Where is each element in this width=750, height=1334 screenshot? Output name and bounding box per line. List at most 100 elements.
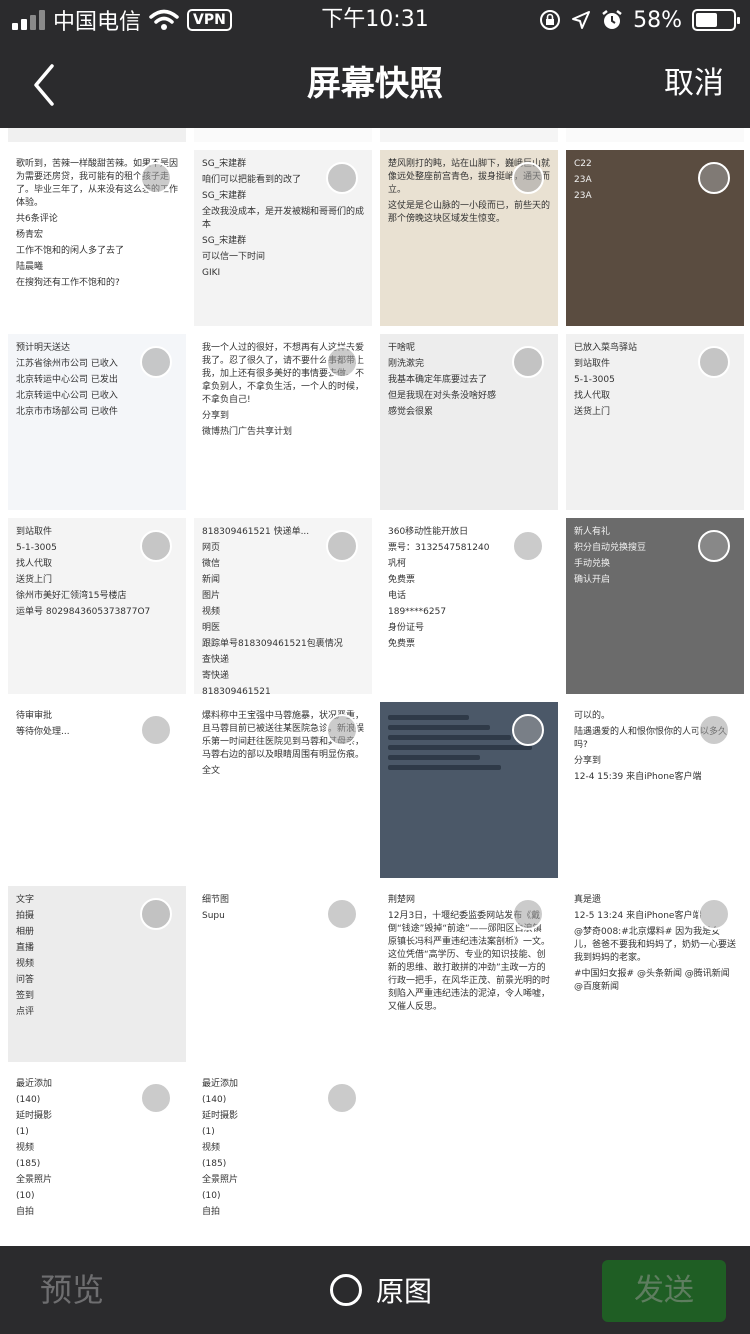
photo-tile-screenshot-chat-conversation[interactable]: 干啥呢 刚洗漱完 我基本确定年底要过去了 但是我现在对头条没啥好感 感觉会很累 [380,334,558,510]
select-circle-icon[interactable] [326,162,358,194]
photo-tile-screenshot-albums-2[interactable]: 最近添加 (140) 延时摄影 (1) 视频 (185) 全景照片 (10) 自拍 [194,1070,372,1246]
battery-percent: 58% [633,7,682,33]
battery-fill [696,13,717,27]
select-circle-icon[interactable] [512,714,544,746]
photo-tile-screenshot-forum-comments[interactable]: 歌听到，苦辣一样酸甜苦辣。如果不是因为需要还房贷，我可能有的租个孩子走了。毕业三… [8,150,186,326]
select-circle-icon[interactable] [698,162,730,194]
tile-text: @梦奇008:#北京爆料# 因为我是女儿，爸爸不要我和妈妈了，奶奶一心要送我到妈… [574,927,736,963]
tile-text: 共6条评论 [16,214,58,224]
chevron-left-icon [34,64,54,106]
tile-text: 杨青宏 [16,230,44,240]
photo-tile-screenshot-points-popup[interactable]: 新人有礼 积分自动兑换搜豆 手动兑换 确认开启 [566,518,744,694]
tile-text: 找人代取 [574,391,611,401]
tile-text: 问答 [16,975,35,985]
tile-text: (1) [16,1127,29,1137]
select-circle-icon[interactable] [140,898,172,930]
tile-text: 图片 [202,591,221,601]
tile-text: 新闻 [202,575,221,585]
select-circle-icon[interactable] [512,162,544,194]
select-circle-icon[interactable] [140,162,172,194]
tile-text: 在搜狗还有工作不饱和的? [16,278,120,288]
photo-shape [388,765,502,770]
screenshot-grid: 歌听到，苦辣一样酸甜苦辣。如果不是因为需要还房贷，我可能有的租个孩子走了。毕业三… [0,128,750,1246]
tile-text: 送货上门 [574,407,611,417]
photo-shape [388,725,491,730]
select-circle-icon[interactable] [698,898,730,930]
select-circle-icon[interactable] [698,714,730,746]
select-circle-icon[interactable] [698,530,730,562]
photo-tile-photo-boarding-pass[interactable]: C22 23A 23A [566,150,744,326]
select-circle-icon[interactable] [512,530,544,562]
photo-tile-screenshot-hoodie-ad[interactable]: 细节图 Supu [194,886,372,1062]
select-circle-icon[interactable] [140,530,172,562]
photo-tile-screenshot-approval-app[interactable]: 待审审批 等待你处理... [8,702,186,878]
cancel-button[interactable]: 取消 [664,40,724,128]
tile-text: 点评 [16,1007,35,1017]
select-circle-icon[interactable] [512,898,544,930]
photo-tile-screenshot-book-page[interactable]: 楚风刚打的盹，站在山脚下，巍峨巨山就像远处整座前宫青色，拔身挺峭，通天而立。 这仗… [380,150,558,326]
photo-tile-screenshot-weibo-post[interactable]: 我一个人过的很好，不想再有人这样去爱我了。忍了很久了，请不要什么事都带上我，加上… [194,334,372,510]
tile-text: 明医 [202,623,221,633]
photo-shape [388,755,481,760]
select-circle-icon[interactable] [698,346,730,378]
tile-text: 这仗是是仑山脉的一小段而已，前些天的那个傍晚这块区域发生惊变。 [388,201,550,224]
photo-tile-screenshot-quote-card[interactable]: 可以的。 陆遇遇爱的人和恨你恨你的人可以多久吗? 分享到 12-4 15:39 来自i… [566,702,744,878]
tile-text: (10) [202,1191,221,1201]
tile-text: 全改我没成本，是开发被糊和哥哥们的成本 [202,207,364,230]
tile-text: SG_宋建群 [202,236,247,246]
partial-tile-top[interactable] [8,128,186,142]
select-circle-icon[interactable] [140,1082,172,1114]
tile-text: GIKI [202,268,221,278]
select-circle-icon[interactable] [512,346,544,378]
tile-text: 直播 [16,943,35,953]
back-button[interactable] [22,60,72,110]
tile-text: (185) [202,1159,227,1169]
select-circle-icon[interactable] [140,346,172,378]
partial-tile-top[interactable] [566,128,744,142]
tile-text: 12-4 15:39 来自iPhone客户端 [574,772,702,782]
tile-text: 北京转运中心公司 已收入 [16,391,118,401]
tile-text: 送货上门 [16,575,53,585]
photo-tile-screenshot-pickup-card[interactable]: 到站取件 5-1-3005 找人代取 送货上门 徐州市美好汇领湾15号楼店 运单号 802… [8,518,186,694]
photo-tile-screenshot-pickup-code[interactable]: 已放入菜鸟驿站 到站取件 5-1-3005 找人代取 送货上门 [566,334,744,510]
photo-tile-screenshot-weibo-baby[interactable]: 真是遗 12-5 13:24 来自iPhone客户端 @梦奇008:#北京爆料# 因… [566,886,744,1062]
select-circle-icon[interactable] [326,346,358,378]
tile-text: (10) [16,1191,35,1201]
photo-tile-screenshot-share-icons[interactable]: 文字 拍摄 相册 直播 视频 问答 签到 点评 [8,886,186,1062]
send-button[interactable]: 发送 [602,1260,726,1322]
tile-text: 视频 [202,607,221,617]
tile-text: 签到 [16,991,35,1001]
photo-shape [388,745,533,750]
tile-text: 工作不饱和的闲人多了去了 [16,246,125,256]
tile-text: 可以信一下时间 [202,252,266,262]
tile-text: 视频 [16,959,35,969]
original-image-toggle[interactable]: 原图 [330,1272,432,1308]
photo-tile-screenshot-albums-1[interactable]: 最近添加 (140) 延时摄影 (1) 视频 (185) 全景照片 (10) 自拍 [8,1070,186,1246]
photo-tile-screenshot-news-photos[interactable]: 爆料称中王宝强中马蓉施暴，状况严重，且马蓉目前已被送往某医院急诊。新浪娱乐第一时… [194,702,372,878]
photo-tile-screenshot-express-search[interactable]: 818309461521 快递单... 网页 微信 新闻 图片 视频 明医 跟踪单号81830… [194,518,372,694]
select-circle-icon[interactable] [140,714,172,746]
tile-text: 查快递 [202,655,230,665]
tile-text: 自拍 [202,1207,221,1217]
photo-tile-screenshot-invoice-qr[interactable]: 360移动性能开放日 票号：3132547581240 巩柯 免费票 电话 189****… [380,518,558,694]
preview-button[interactable]: 预览 [40,1246,104,1334]
select-circle-icon[interactable] [326,1082,358,1114]
photo-tile-screenshot-chat-stickers[interactable]: SG_宋建群 咱们可以把能看到的改了 SG_宋建群 全改我没成本，是开发被糊和哥哥们的… [194,150,372,326]
tile-text: 分享到 [574,756,602,766]
partial-tile-top[interactable] [380,128,558,142]
partial-tile-top[interactable] [194,128,372,142]
page-title: 屏幕快照 [307,64,443,104]
tile-text: 跟踪单号818309461521包裹情况 [202,639,343,649]
photo-tile-screenshot-parcel-tracking[interactable]: 预计明天送达 江苏省徐州市公司 已收入 北京转运中心公司 已发出 北京转运中心公司 已… [8,334,186,510]
radio-circle-icon[interactable] [330,1274,362,1306]
photo-tile-screenshot-news-article[interactable]: 荆楚网 12月3日，十堰纪委监委网站发布《戴倒“钱途”毁掉“前途”——郧阳区白浪镇… [380,886,558,1062]
alarm-icon [602,10,622,29]
photo-tile-photo-office-jackets[interactable] [380,702,558,878]
tile-text: 徐州市美好汇领湾15号楼店 [16,591,127,601]
select-circle-icon[interactable] [326,530,358,562]
tile-text: 视频 [16,1143,35,1153]
tile-text: 818309461521 [202,687,271,694]
select-circle-icon[interactable] [326,898,358,930]
select-circle-icon[interactable] [326,714,358,746]
nav-bar: 屏幕快照 取消 [0,40,750,128]
